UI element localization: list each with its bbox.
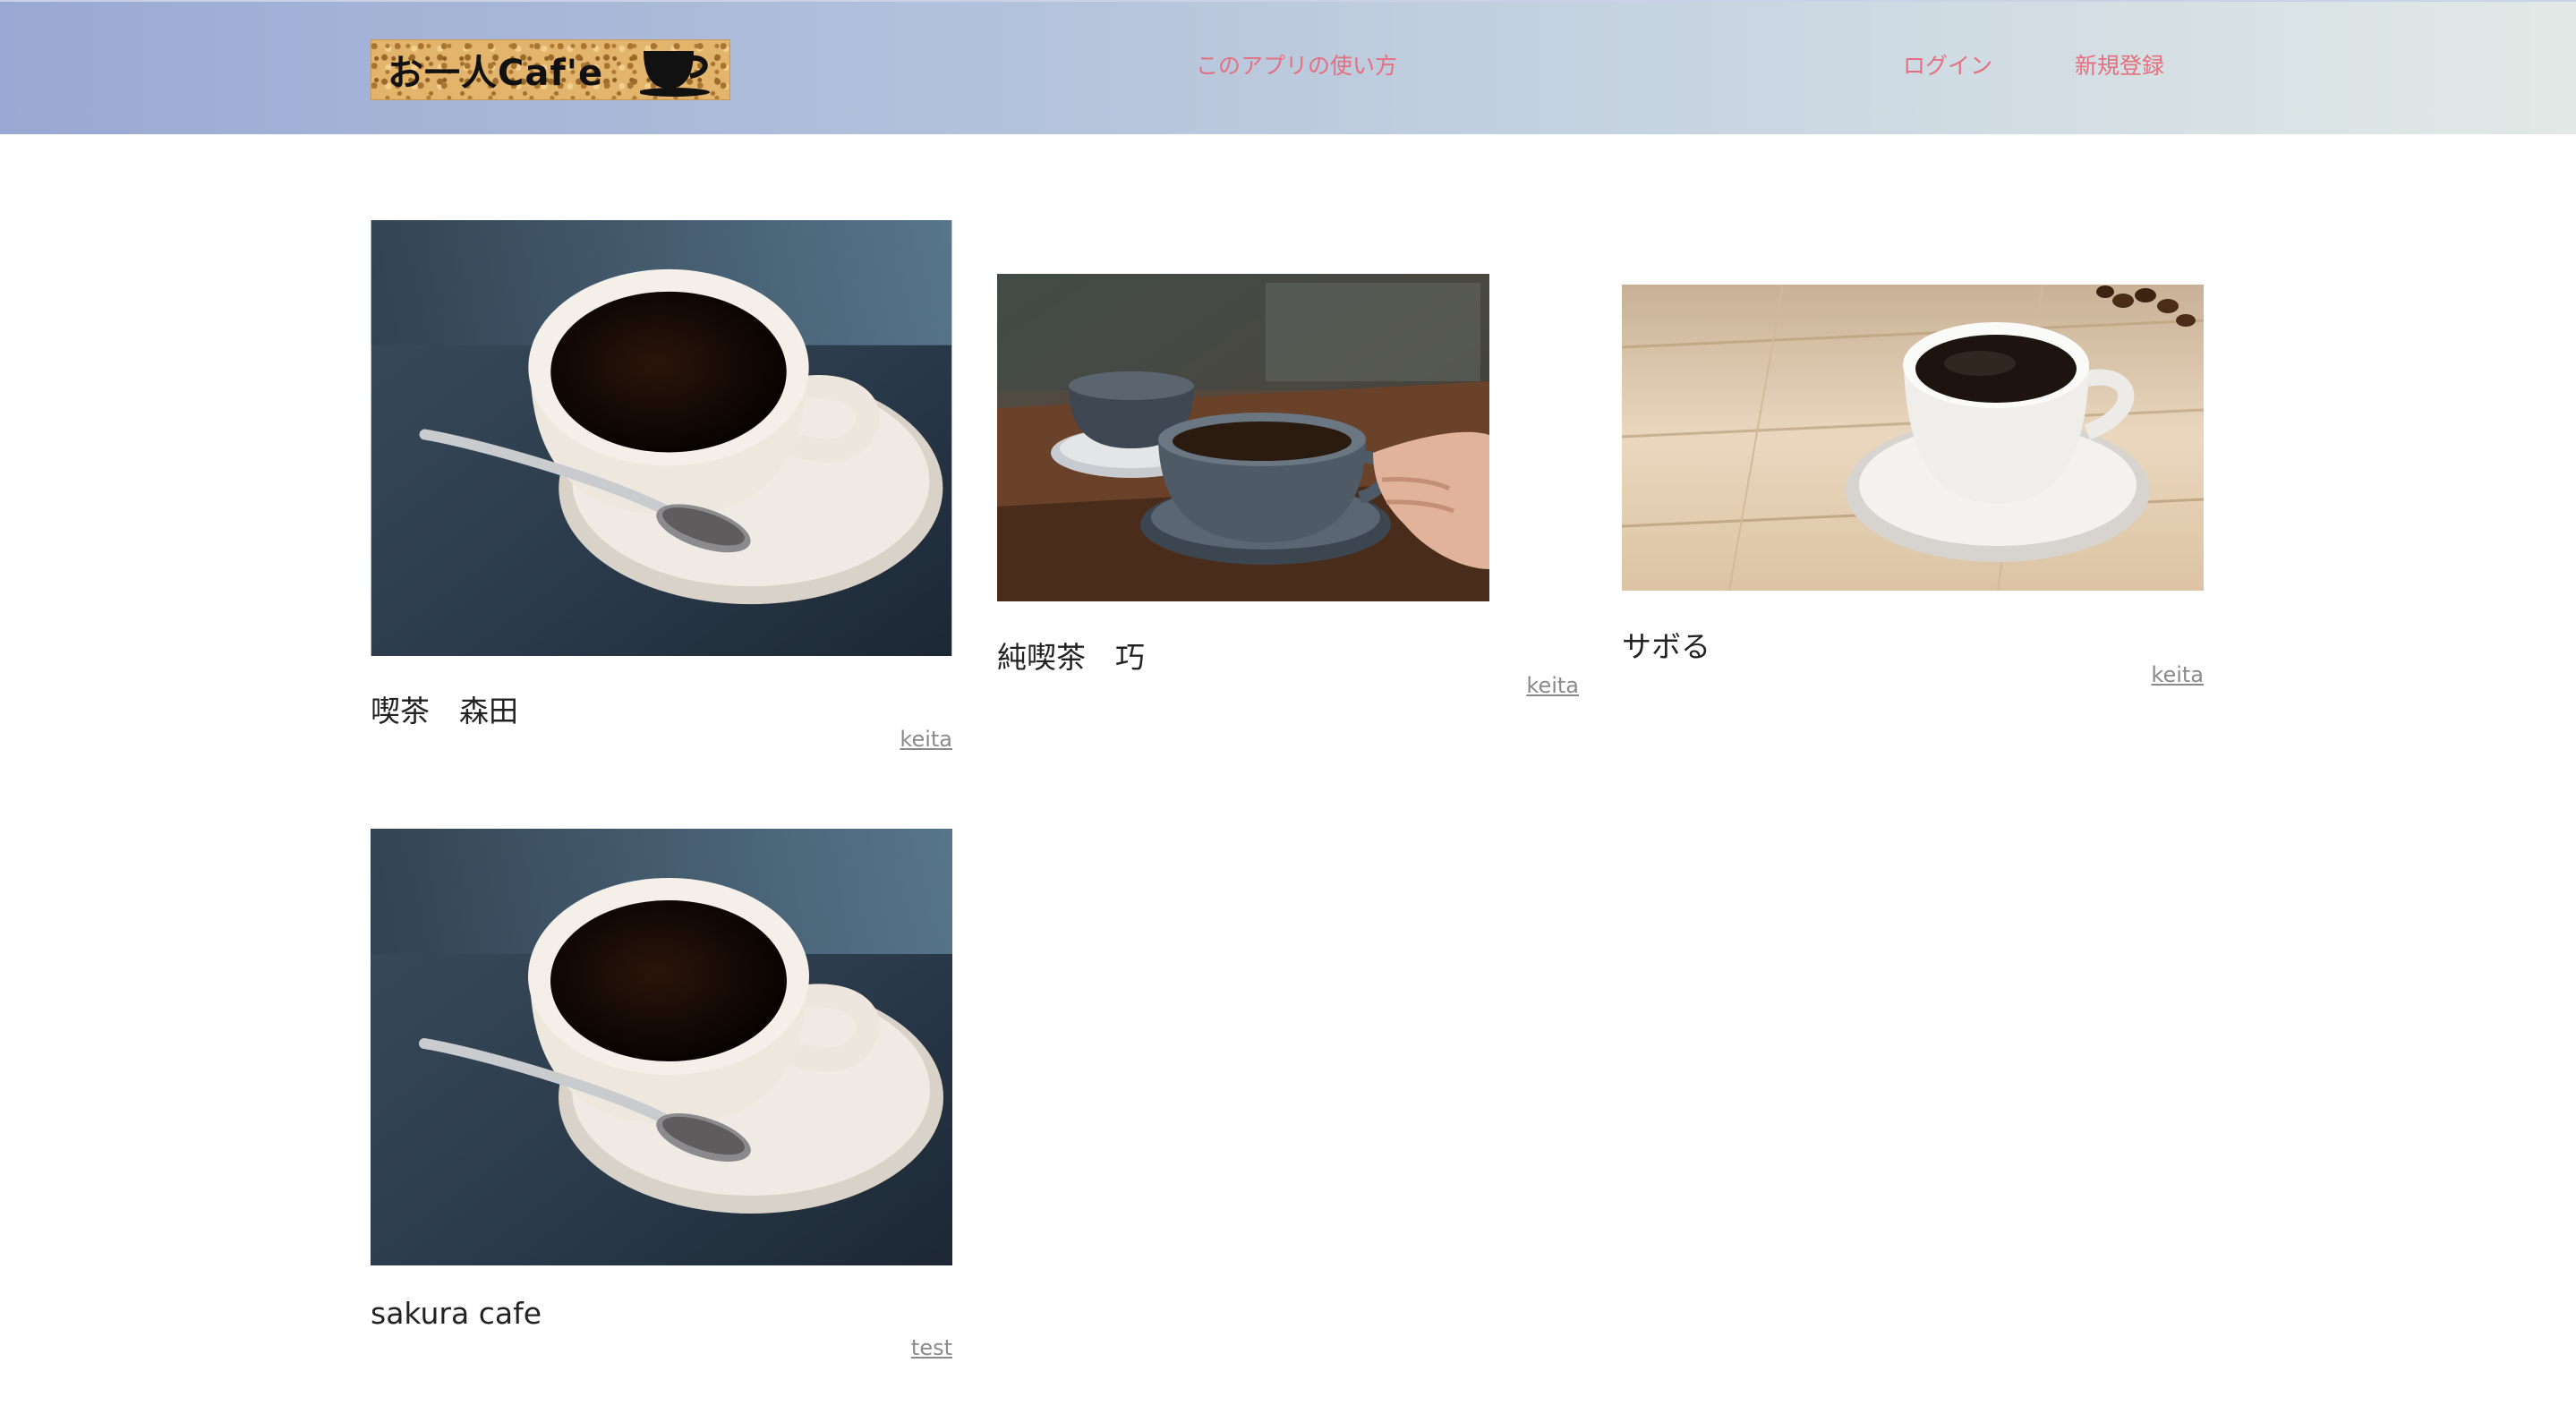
cafe-card[interactable]: sakura cafe test [371,829,952,1375]
cafe-name[interactable]: 純喫茶 巧 [997,634,1145,677]
nav-login-link[interactable]: ログイン [1903,48,1992,84]
cafe-photo[interactable] [371,220,952,656]
cafe-author-link[interactable]: keita [1526,673,1579,698]
cafe-name[interactable]: 喫茶 森田 [371,687,518,730]
site-logo[interactable]: お一人Caf'e [371,39,730,100]
cafe-name[interactable]: sakura cafe [371,1296,542,1331]
cafe-name[interactable]: サボる [1622,623,1710,666]
logo-text: お一人Caf'e [388,53,604,94]
cafe-author-link[interactable]: test [911,1335,952,1360]
nav-howto-link[interactable]: このアプリの使い方 [1196,48,1397,84]
nav-signup-link[interactable]: 新規登録 [2075,48,2164,84]
cafe-author-link[interactable]: keita [2151,662,2204,687]
site-header: お一人Caf'e このアプリの使い方 ログイン 新規登録 [0,0,2576,134]
cafe-card[interactable]: 純喫茶 巧 keita [997,274,1579,721]
cafe-photo[interactable] [1622,285,2204,591]
coffee-cup-icon [640,46,717,98]
cafe-card[interactable]: 喫茶 森田 keita [371,220,952,766]
cafe-photo[interactable] [371,829,952,1265]
cafe-author-link[interactable]: keita [900,727,952,752]
cafe-card[interactable]: サボる keita [1622,285,2204,714]
cafe-photo[interactable] [997,274,1489,601]
